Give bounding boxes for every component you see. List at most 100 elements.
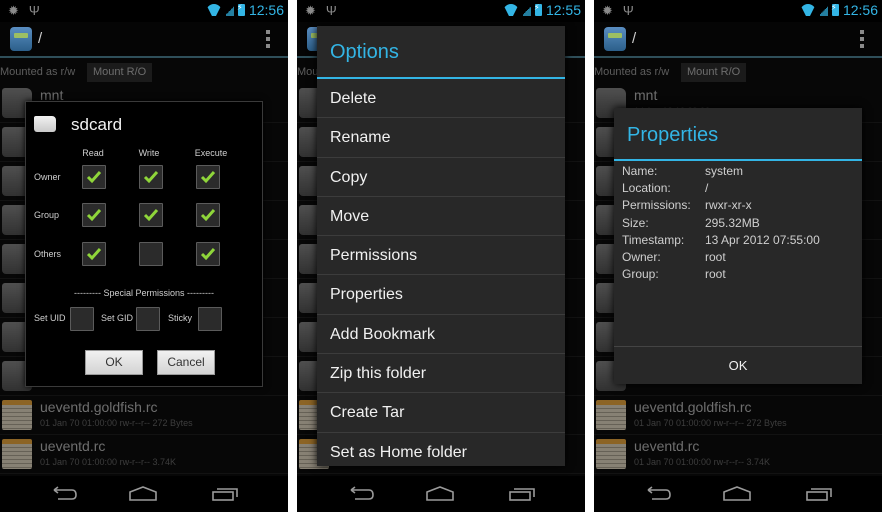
- option-zip-folder[interactable]: Zip this folder: [317, 354, 565, 394]
- navigation-bar: [594, 476, 882, 512]
- home-button[interactable]: [128, 486, 158, 502]
- property-row: Permissions: rwxr-xr-x: [622, 198, 820, 215]
- recent-apps-button[interactable]: [210, 486, 240, 502]
- property-key: Owner:: [622, 249, 661, 264]
- group-execute-checkbox[interactable]: [196, 203, 220, 227]
- phone-screen-options: ✹ Ψ 12:55 Mou mntsdcardsyssystemueventd.…: [297, 0, 585, 512]
- permissions-dialog: sdcard Read Write Execute Owner Group Othe…: [25, 101, 263, 387]
- home-button[interactable]: [722, 486, 752, 502]
- option-add-bookmark[interactable]: Add Bookmark: [317, 315, 565, 355]
- checkmark-icon: [86, 171, 102, 184]
- usb-icon: Ψ: [325, 3, 337, 18]
- battery-charging-icon: [831, 3, 839, 16]
- property-value: system: [705, 164, 744, 178]
- android-debug-icon: ✹: [8, 3, 19, 18]
- status-time: 12:56: [248, 2, 284, 18]
- usb-icon: Ψ: [622, 3, 634, 18]
- property-value: 13 Apr 2012 07:55:00: [705, 232, 820, 247]
- screenshot-triptych: ✹ Ψ 12:56 / Mounted as r/w Mount R/O mnt…: [0, 0, 882, 512]
- checkmark-icon: [200, 171, 216, 184]
- row-label-others: Others: [34, 249, 62, 259]
- row-label-group: Group: [34, 210, 60, 220]
- others-execute-checkbox[interactable]: [196, 242, 220, 266]
- property-key: Timestamp:: [622, 232, 685, 247]
- option-create-tar[interactable]: Create Tar: [317, 393, 565, 433]
- current-path: /: [38, 30, 43, 47]
- ok-button[interactable]: OK: [614, 347, 862, 384]
- current-path: /: [632, 30, 637, 47]
- recent-apps-icon: [806, 488, 832, 501]
- property-key: Permissions:: [622, 198, 691, 213]
- phone-screen-properties: ✹ Ψ 12:56 / Mounted as r/w Mount R/O mnt…: [594, 0, 882, 512]
- setuid-label: Set UID: [34, 313, 66, 323]
- status-bar: ✹ Ψ 12:55: [297, 0, 585, 22]
- battery-charging-icon: [237, 3, 245, 16]
- back-button[interactable]: [642, 486, 672, 502]
- property-row: Location: /: [622, 181, 820, 198]
- back-button[interactable]: [48, 486, 78, 502]
- recent-apps-button[interactable]: [804, 486, 834, 502]
- android-debug-icon: ✹: [602, 3, 613, 18]
- property-row: Size: 295.32MB: [622, 216, 820, 233]
- property-value: rwxr-xr-x: [705, 198, 752, 213]
- option-permissions[interactable]: Permissions: [317, 236, 565, 276]
- property-key: Size:: [622, 215, 649, 230]
- home-icon: [426, 486, 454, 501]
- status-bar: ✹ Ψ 12:56: [594, 0, 882, 22]
- home-icon: [129, 486, 157, 501]
- checkmark-icon: [143, 171, 159, 184]
- recent-apps-icon: [212, 488, 238, 501]
- recent-apps-button[interactable]: [507, 486, 537, 502]
- owner-write-checkbox[interactable]: [139, 165, 163, 189]
- group-read-checkbox[interactable]: [82, 203, 106, 227]
- signal-icon: [522, 4, 531, 16]
- property-row: Owner: root: [622, 250, 820, 267]
- option-delete[interactable]: Delete: [317, 79, 565, 119]
- cancel-button[interactable]: Cancel: [157, 350, 215, 375]
- usb-icon: Ψ: [28, 3, 40, 18]
- option-rename[interactable]: Rename: [317, 118, 565, 158]
- wifi-icon: [800, 4, 816, 16]
- owner-read-checkbox[interactable]: [82, 165, 106, 189]
- option-copy[interactable]: Copy: [317, 158, 565, 197]
- setgid-checkbox[interactable]: [136, 307, 160, 331]
- recent-apps-icon: [509, 488, 535, 501]
- overflow-menu-icon[interactable]: [860, 30, 864, 48]
- property-row: Timestamp: 13 Apr 2012 07:55:00: [622, 233, 820, 250]
- back-button[interactable]: [345, 486, 375, 502]
- home-icon: [723, 486, 751, 501]
- property-key: Name:: [622, 164, 658, 178]
- option-properties[interactable]: Properties: [317, 275, 565, 315]
- column-header-write: Write: [138, 148, 160, 158]
- back-icon: [350, 486, 374, 500]
- property-value: root: [705, 267, 726, 282]
- app-logo-icon[interactable]: [10, 27, 32, 51]
- property-value: /: [705, 181, 709, 196]
- checkmark-icon: [200, 248, 216, 261]
- app-logo-icon[interactable]: [604, 27, 626, 51]
- special-permissions-heading: --------- Special Permissions ---------: [74, 288, 214, 298]
- ok-button[interactable]: OK: [85, 350, 143, 375]
- checkmark-icon: [143, 209, 159, 222]
- column-header-execute: Execute: [194, 148, 228, 158]
- option-set-home-folder[interactable]: Set as Home folder: [317, 433, 565, 472]
- overflow-menu-icon[interactable]: [266, 30, 270, 48]
- home-button[interactable]: [425, 486, 455, 502]
- others-read-checkbox[interactable]: [82, 242, 106, 266]
- status-bar: ✹ Ψ 12:56: [0, 0, 288, 22]
- back-icon: [647, 486, 671, 500]
- property-row: Name: system: [622, 164, 820, 181]
- back-icon: [53, 486, 77, 500]
- group-write-checkbox[interactable]: [139, 203, 163, 227]
- navigation-bar: [0, 476, 288, 512]
- dialog-title: Options: [330, 41, 399, 63]
- dialog-title: Properties: [627, 124, 719, 146]
- action-bar: /: [0, 22, 288, 58]
- sticky-checkbox[interactable]: [198, 307, 222, 331]
- option-move[interactable]: Move: [317, 197, 565, 237]
- owner-execute-checkbox[interactable]: [196, 165, 220, 189]
- others-write-checkbox[interactable]: [139, 242, 163, 266]
- folder-icon: [34, 116, 56, 132]
- options-list: Delete Rename Copy Move Permissions Prop…: [317, 79, 565, 472]
- setuid-checkbox[interactable]: [70, 307, 94, 331]
